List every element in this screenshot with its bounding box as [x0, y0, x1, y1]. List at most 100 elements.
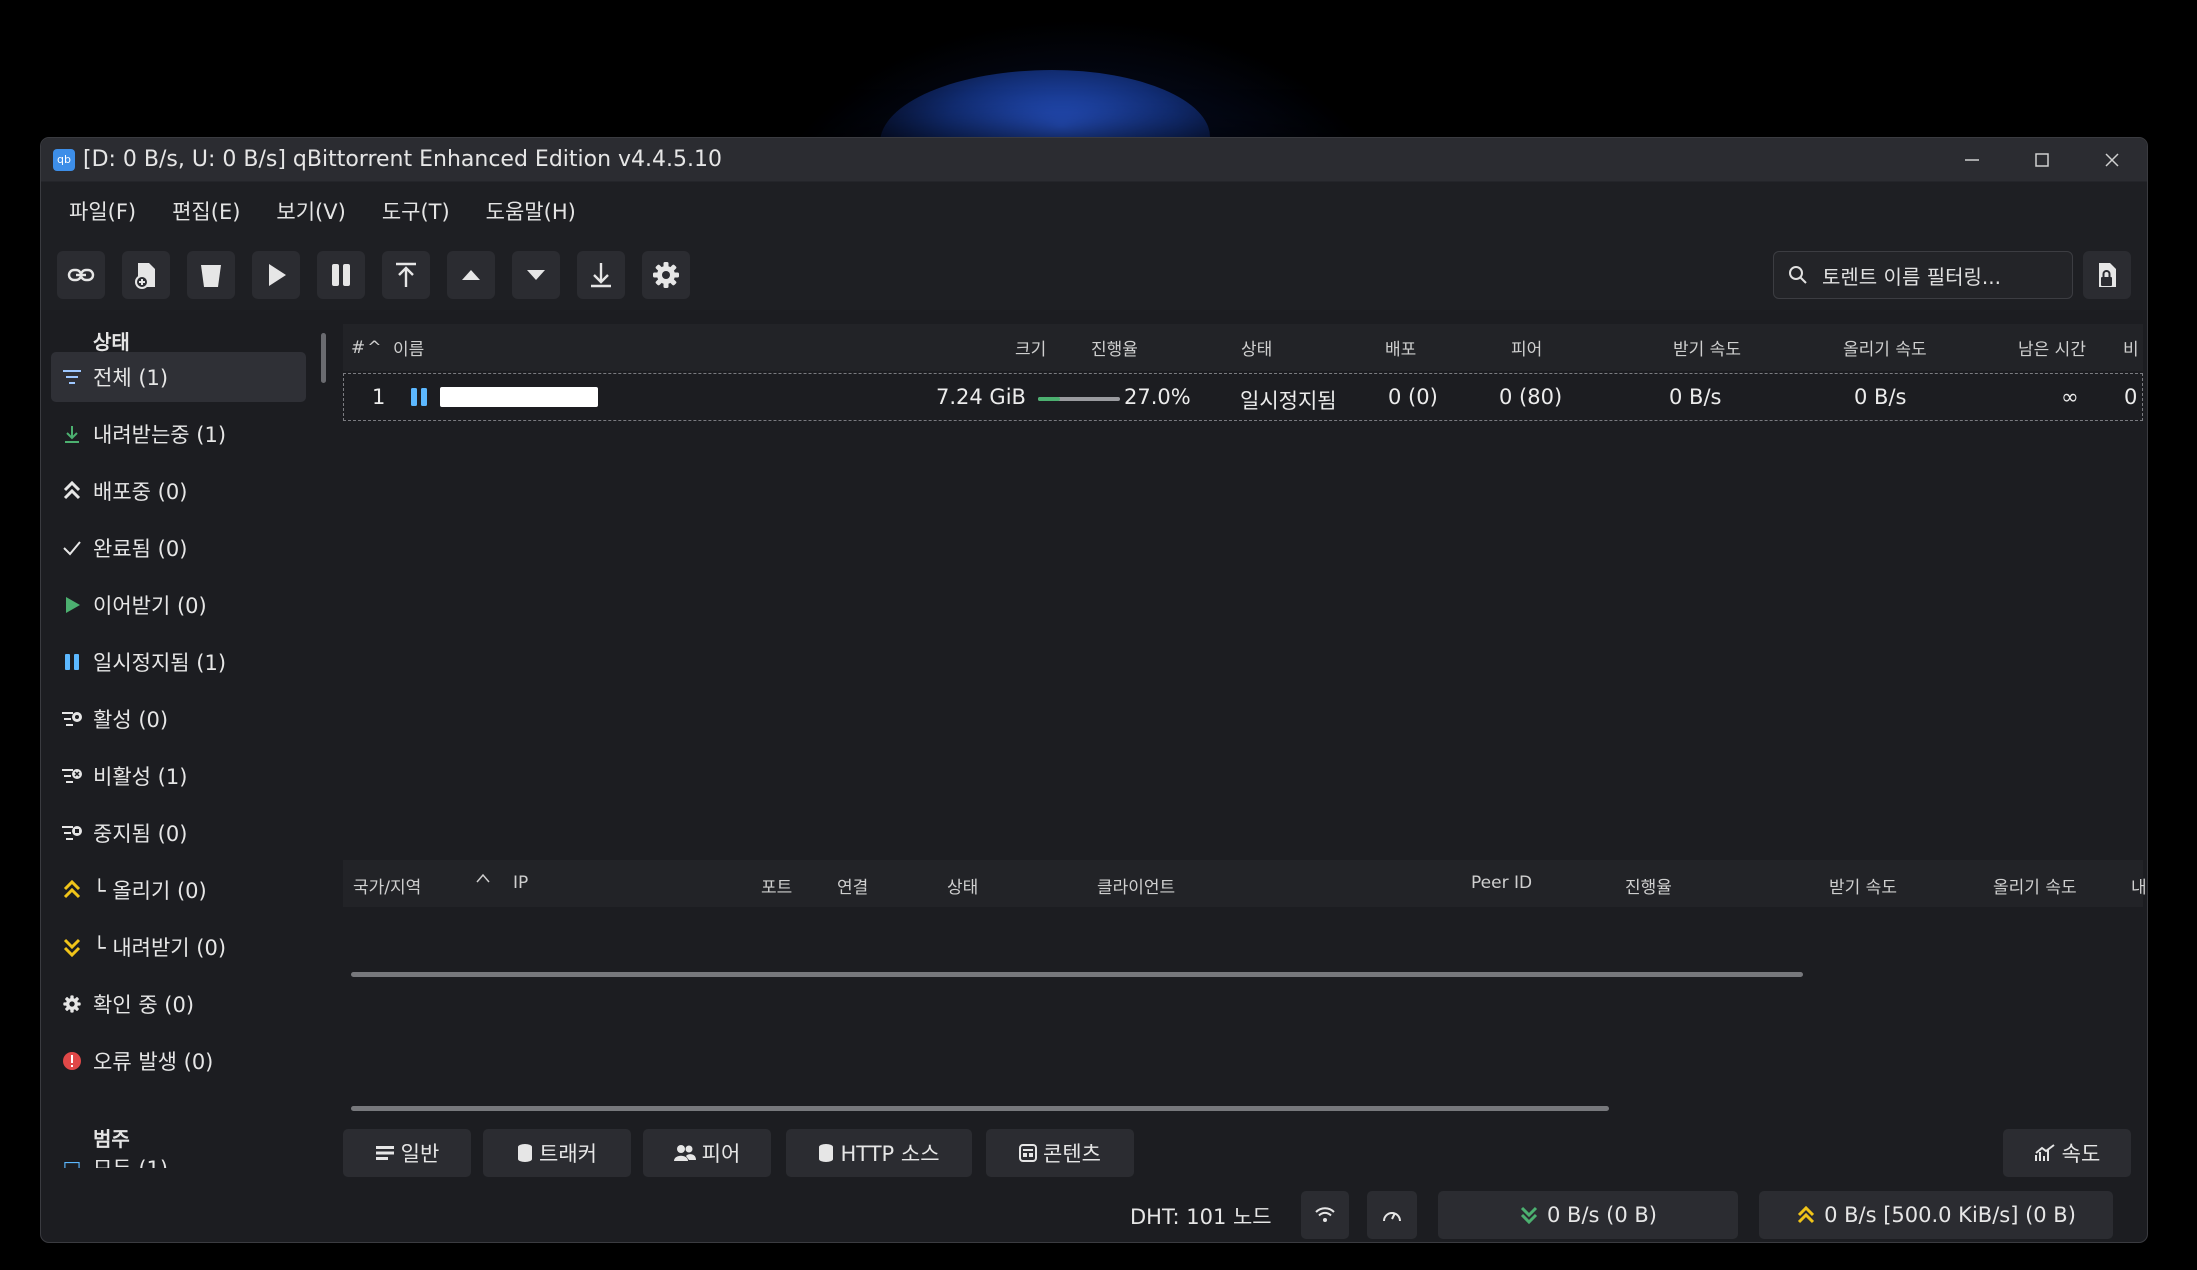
- menu-help[interactable]: 도움말(H): [486, 196, 576, 226]
- sidebar-item-upload-double[interactable]: └ 올리기 (0): [51, 865, 306, 915]
- column-peer-more[interactable]: 내: [2131, 873, 2147, 898]
- close-button[interactable]: [2077, 138, 2147, 182]
- status-bar: DHT: 101 노드 0 B/s (0 B) 0 B/s [500.0 KiB…: [41, 1188, 2147, 1242]
- category-section-header: 범주: [93, 1127, 130, 1151]
- tab-speed[interactable]: 속도: [2003, 1129, 2131, 1177]
- menu-tools[interactable]: 도구(T): [382, 196, 450, 226]
- column-port[interactable]: 포트: [761, 873, 792, 898]
- menu-view[interactable]: 보기(V): [276, 196, 345, 226]
- resume-button[interactable]: [252, 251, 300, 299]
- database-icon: [518, 1144, 533, 1162]
- speedometer-icon: [1383, 1212, 1401, 1222]
- column-ip[interactable]: IP: [513, 873, 528, 893]
- move-top-button[interactable]: [382, 251, 430, 299]
- filter-icon: [61, 366, 83, 388]
- tab-trackers[interactable]: 트래커: [483, 1129, 631, 1177]
- connection-status-button[interactable]: [1301, 1191, 1349, 1239]
- tab-content[interactable]: 콘텐츠: [986, 1129, 1134, 1177]
- sidebar-item-filter-stopped[interactable]: 중지됨 (0): [51, 808, 306, 858]
- column-peer-down[interactable]: 받기 속도: [1829, 873, 1897, 898]
- search-placeholder: 토렌트 이름 필터링...: [1822, 264, 2001, 289]
- tab-peers[interactable]: 피어: [643, 1129, 771, 1177]
- column-status[interactable]: 상태: [1241, 335, 1272, 360]
- maximize-button[interactable]: [2007, 138, 2077, 182]
- column-peer-progress[interactable]: 진행율: [1625, 873, 1672, 898]
- move-down-button[interactable]: [512, 251, 560, 299]
- torrent-up-speed: 0 B/s: [1854, 385, 1907, 409]
- column-connection[interactable]: 연결: [837, 873, 868, 898]
- sidebar-item-filter[interactable]: 전체 (1): [51, 352, 306, 402]
- sidebar-scrollbar[interactable]: [321, 333, 326, 383]
- sidebar-item-category-all[interactable]: ▭ 모두 (1): [51, 1153, 306, 1168]
- sidebar-item-filter-active[interactable]: 활성 (0): [51, 694, 306, 744]
- sidebar-item-label: 배포중 (0): [93, 480, 188, 504]
- filter-inactive-icon: [61, 765, 83, 787]
- move-up-icon: [462, 270, 480, 280]
- options-button[interactable]: [642, 251, 690, 299]
- torrent-list-hscrollbar[interactable]: [351, 972, 1803, 977]
- column-size[interactable]: 크기: [1015, 335, 1046, 360]
- column-peer-up[interactable]: 올리기 속도: [1993, 873, 2077, 898]
- menu-edit[interactable]: 편집(E): [172, 196, 240, 226]
- alt-speed-button[interactable]: [1367, 1191, 1417, 1239]
- sidebar-item-gear[interactable]: 확인 중 (0): [51, 979, 306, 1029]
- add-link-button[interactable]: [57, 251, 105, 299]
- table-row[interactable]: 1 7.24 GiB 27.0% 일시정지됨 0 (0) 0 (80) 0 B/…: [343, 373, 2143, 421]
- move-top-icon: [396, 262, 416, 287]
- upload-speed-status[interactable]: 0 B/s [500.0 KiB/s] (0 B): [1759, 1191, 2113, 1239]
- column-up-speed[interactable]: 올리기 속도: [1843, 335, 1927, 360]
- column-peers[interactable]: 피어: [1511, 335, 1542, 360]
- window-title: [D: 0 B/s, U: 0 B/s] qBittorrent Enhance…: [83, 147, 723, 172]
- menu-file[interactable]: 파일(F): [69, 196, 136, 226]
- delete-button[interactable]: [187, 251, 235, 299]
- paused-icon: [410, 387, 428, 412]
- torrent-filter-search[interactable]: 토렌트 이름 필터링...: [1773, 251, 2073, 299]
- upload-double-icon: [61, 879, 83, 901]
- pause-button[interactable]: [317, 251, 365, 299]
- column-peer-id[interactable]: Peer ID: [1471, 873, 1532, 893]
- qbittorrent-window: qb [D: 0 B/s, U: 0 B/s] qBittorrent Enha…: [40, 137, 2148, 1243]
- column-ratio[interactable]: 비: [2123, 335, 2139, 360]
- column-country[interactable]: 국가/지역: [353, 873, 421, 898]
- sidebar-item-download[interactable]: 내려받는중 (1): [51, 409, 306, 459]
- peer-table-header: 국가/지역 IP 포트 연결 상태 클라이언트 Peer ID 진행율 받기 속…: [343, 860, 2147, 907]
- move-up-button[interactable]: [447, 251, 495, 299]
- column-client[interactable]: 클라이언트: [1097, 873, 1175, 898]
- download-icon: [61, 423, 83, 445]
- sidebar-item-seeding[interactable]: 배포중 (0): [51, 466, 306, 516]
- torrent-list: # ^ 이름 크기 진행율 상태 배포 피어 받기 속도 올리기 속도 남은 시간…: [343, 324, 2143, 977]
- sidebar-item-label: 모두 (1): [93, 1153, 168, 1168]
- tab-http-sources[interactable]: HTTP 소스: [786, 1129, 972, 1177]
- peer-list-hscrollbar[interactable]: [351, 1106, 1609, 1111]
- column-eta[interactable]: 남은 시간: [2018, 335, 2086, 360]
- filter-stopped-icon: [61, 822, 83, 844]
- column-down-speed[interactable]: 받기 속도: [1673, 335, 1741, 360]
- download-speed-status[interactable]: 0 B/s (0 B): [1438, 1191, 1738, 1239]
- move-bottom-icon: [591, 263, 611, 288]
- column-seeds[interactable]: 배포: [1385, 335, 1416, 360]
- column-progress[interactable]: 진행율: [1091, 335, 1138, 360]
- tab-general[interactable]: 일반: [343, 1129, 471, 1177]
- minimize-button[interactable]: [1937, 138, 2007, 182]
- search-icon: [1789, 266, 1807, 284]
- add-torrent-file-button[interactable]: [122, 251, 170, 299]
- column-peer-status[interactable]: 상태: [947, 873, 978, 898]
- play-icon: [61, 594, 83, 616]
- sidebar-item-label: 오류 발생 (0): [93, 1050, 214, 1074]
- sidebar-item-play[interactable]: 이어받기 (0): [51, 580, 306, 630]
- sidebar-item-error[interactable]: 오류 발생 (0): [51, 1036, 306, 1086]
- column-name[interactable]: 이름: [393, 335, 424, 360]
- download-double-icon: [1520, 1206, 1538, 1225]
- sidebar-item-check[interactable]: 완료됨 (0): [51, 523, 306, 573]
- progress-text: 27.0%: [1124, 385, 1191, 409]
- list-icon: [375, 1146, 394, 1160]
- sidebar-item-download-double[interactable]: └ 내려받기 (0): [51, 922, 306, 972]
- sidebar-item-pause[interactable]: 일시정지됨 (1): [51, 637, 306, 687]
- column-number[interactable]: # ^: [351, 338, 382, 358]
- torrent-status: 일시정지됨: [1240, 389, 1337, 413]
- sidebar-item-label: 비활성 (1): [93, 765, 188, 789]
- move-bottom-button[interactable]: [577, 251, 625, 299]
- move-down-icon: [527, 270, 545, 280]
- lock-ui-button[interactable]: [2083, 251, 2131, 299]
- sidebar-item-filter-inactive[interactable]: 비활성 (1): [51, 751, 306, 801]
